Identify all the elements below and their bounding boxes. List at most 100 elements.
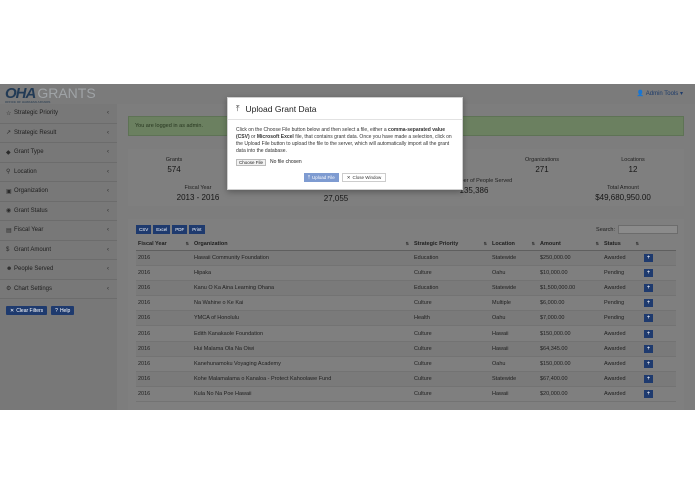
table-cell: Education xyxy=(412,250,490,266)
column-header-label: Status xyxy=(604,241,621,248)
table-cell: 2016 xyxy=(136,325,192,342)
column-header-organization[interactable]: Organization ⇅ xyxy=(192,239,412,251)
sort-icon: ⇅ xyxy=(635,241,639,246)
column-header-status[interactable]: Status ⇅ xyxy=(602,239,642,251)
logo[interactable]: OHA GRANTS OFFICE OF HAWAIIAN AFFAIRS xyxy=(5,85,96,104)
sidebar-item-fiscal-year[interactable]: ▤ Fiscal Year ‹ xyxy=(0,221,117,241)
table-cell: $10,000.00 xyxy=(538,265,602,281)
sidebar-item-grant-amount[interactable]: $ Grant Amount ‹ xyxy=(0,241,117,260)
table-cell: Oahu xyxy=(490,310,538,327)
chevron-left-icon: ‹ xyxy=(107,227,109,233)
expand-row-button[interactable]: + xyxy=(644,390,653,399)
table-cell: Hawaii Community Foundation xyxy=(192,250,412,266)
admin-menu-label: Admin Tools xyxy=(645,91,679,97)
expand-row-button[interactable]: + xyxy=(644,299,653,308)
expand-row-button[interactable]: + xyxy=(644,375,653,384)
admin-menu[interactable]: 👤 Admin Tools ▾ xyxy=(637,90,683,97)
row-action-cell: + xyxy=(642,280,676,297)
table-cell: Culture xyxy=(412,295,490,312)
help-button[interactable]: ? Help xyxy=(51,306,75,315)
sidebar-item-grant-status[interactable]: ◉ Grant Status ‹ xyxy=(0,202,117,221)
row-action-cell: + xyxy=(642,386,676,403)
table-cell: Awarded xyxy=(602,250,642,266)
chevron-left-icon: ‹ xyxy=(107,149,109,155)
row-action-cell: + xyxy=(642,295,676,312)
upload-file-label: Upload File xyxy=(312,175,335,180)
close-window-button[interactable]: ✕ Close Window xyxy=(341,173,387,182)
stat-fiscal-year: Fiscal Year 2013 - 2016 xyxy=(158,185,238,202)
table-cell: Oahu xyxy=(490,265,538,281)
row-action-cell: + xyxy=(642,310,676,327)
chevron-left-icon: ‹ xyxy=(107,168,109,175)
sidebar-item-chart-settings[interactable]: ⚙ Chart Settings ‹ xyxy=(0,280,117,299)
table-cell: Health xyxy=(412,310,490,327)
stat-organizations: Organizations 271 xyxy=(502,157,582,174)
expand-row-button[interactable]: + xyxy=(644,344,653,353)
sort-icon: ⇅ xyxy=(405,241,409,246)
expand-row-button[interactable]: + xyxy=(644,283,653,292)
export-csv-button[interactable]: CSV xyxy=(136,225,152,234)
stat-locations-value: 12 xyxy=(628,165,638,174)
stat-locations: Locations 12 xyxy=(593,157,673,174)
stat-total-amount-value: $49,680,950.00 xyxy=(595,193,651,202)
export-buttons: CSV Excel PDF Print xyxy=(136,225,205,234)
column-header-amount[interactable]: Amount ⇅ xyxy=(538,239,602,251)
table-cell: Awarded xyxy=(602,356,642,373)
table-cell: 2016 xyxy=(136,250,192,266)
clear-filters-button[interactable]: ✕ Clear Filters xyxy=(6,306,48,315)
table-row: 2016 Kanu O Ka Aina Learning Ohana Educati… xyxy=(136,280,676,297)
table-row: 2016 Hipaka Culture Oahu $10,000.00 Pending + xyxy=(136,265,676,281)
instructions-excel: Microsoft Excel xyxy=(256,134,294,140)
column-header-location[interactable]: Location ⇅ xyxy=(490,239,538,251)
stat-grants: Grants 574 xyxy=(134,157,214,174)
expand-row-button[interactable]: + xyxy=(644,268,653,277)
stat-total-amount: Total Amount $49,680,950.00 xyxy=(568,185,678,202)
table-row: 2016 Edith Kanakaole Foundation Culture Haw… xyxy=(136,325,676,342)
column-header-fiscal-year[interactable]: Fiscal Year ⇅ xyxy=(136,239,192,251)
grants-table-card: CSV Excel PDF Print Search: Fiscal Year ⇅ Org… xyxy=(128,219,684,410)
stat-people-served: 27,055 xyxy=(296,192,376,203)
expand-row-button[interactable]: + xyxy=(644,314,653,323)
export-print-button[interactable]: Print xyxy=(189,225,205,234)
table-cell: Na Wahine o Ke Kai xyxy=(192,295,412,312)
sidebar: ☆ Strategic Priority ‹ ↗ Strategic Result ‹ ◆ G… xyxy=(0,104,117,410)
table-row: 2016 Hui Malama Ola Na Oiwi Culture Hawaii $… xyxy=(136,341,676,357)
table-cell: 2016 xyxy=(136,356,192,373)
sidebar-item-strategic-result[interactable]: ↗ Strategic Result ‹ xyxy=(0,124,117,143)
column-header-strategic-priority[interactable]: Strategic Priority ⇅ xyxy=(412,239,490,251)
upload-modal: ⤒ Upload Grant Data Click on the Choose … xyxy=(227,97,463,190)
sidebar-item-grant-type[interactable]: ◆ Grant Type ‹ xyxy=(0,143,117,163)
modal-body: Click on the Choose File button below an… xyxy=(228,120,462,166)
choose-file-button[interactable]: Choose File xyxy=(236,159,267,166)
chevron-left-icon: ‹ xyxy=(107,129,109,136)
sidebar-item-label: Fiscal Year xyxy=(14,227,44,234)
table-cell: Hui Malama Ola Na Oiwi xyxy=(192,341,412,357)
table-cell: Kanehunamoku Voyaging Academy xyxy=(192,356,412,373)
stat-locations-label: Locations xyxy=(621,157,645,163)
close-icon: ✕ xyxy=(346,174,351,180)
export-pdf-button[interactable]: PDF xyxy=(172,225,188,234)
logo-sub: GRANTS xyxy=(37,85,96,101)
expand-row-button[interactable]: + xyxy=(644,329,653,338)
upload-file-button[interactable]: ⤒ Upload File xyxy=(304,173,339,182)
stat-organizations-label: Organizations xyxy=(525,157,559,163)
sidebar-item-location[interactable]: ⚲ Location ‹ xyxy=(0,163,117,182)
expand-row-button[interactable]: + xyxy=(644,359,653,368)
modal-header: ⤒ Upload Grant Data xyxy=(228,98,462,120)
table-cell: 2016 xyxy=(136,280,192,297)
sidebar-item-label: Strategic Result xyxy=(14,129,57,136)
stat-grants-label: Grants xyxy=(165,157,183,163)
user-icon: 👤 xyxy=(636,91,645,97)
sidebar-item-strategic-priority[interactable]: ☆ Strategic Priority ‹ xyxy=(0,104,117,124)
expand-row-button[interactable]: + xyxy=(644,253,653,262)
search-input[interactable] xyxy=(618,225,678,234)
table-cell: $64,345.00 xyxy=(538,341,602,357)
sidebar-item-organization[interactable]: ▣ Organization ‹ xyxy=(0,182,117,202)
table-cell: Awarded xyxy=(602,325,642,342)
table-cell: Culture xyxy=(412,356,490,373)
row-action-cell: + xyxy=(642,265,676,281)
table-cell: $150,000.00 xyxy=(538,325,602,342)
table-cell: Hawaii xyxy=(490,386,538,403)
sidebar-item-people-served[interactable]: ☻ People Served ‹ xyxy=(0,260,117,280)
export-excel-button[interactable]: Excel xyxy=(153,225,171,234)
